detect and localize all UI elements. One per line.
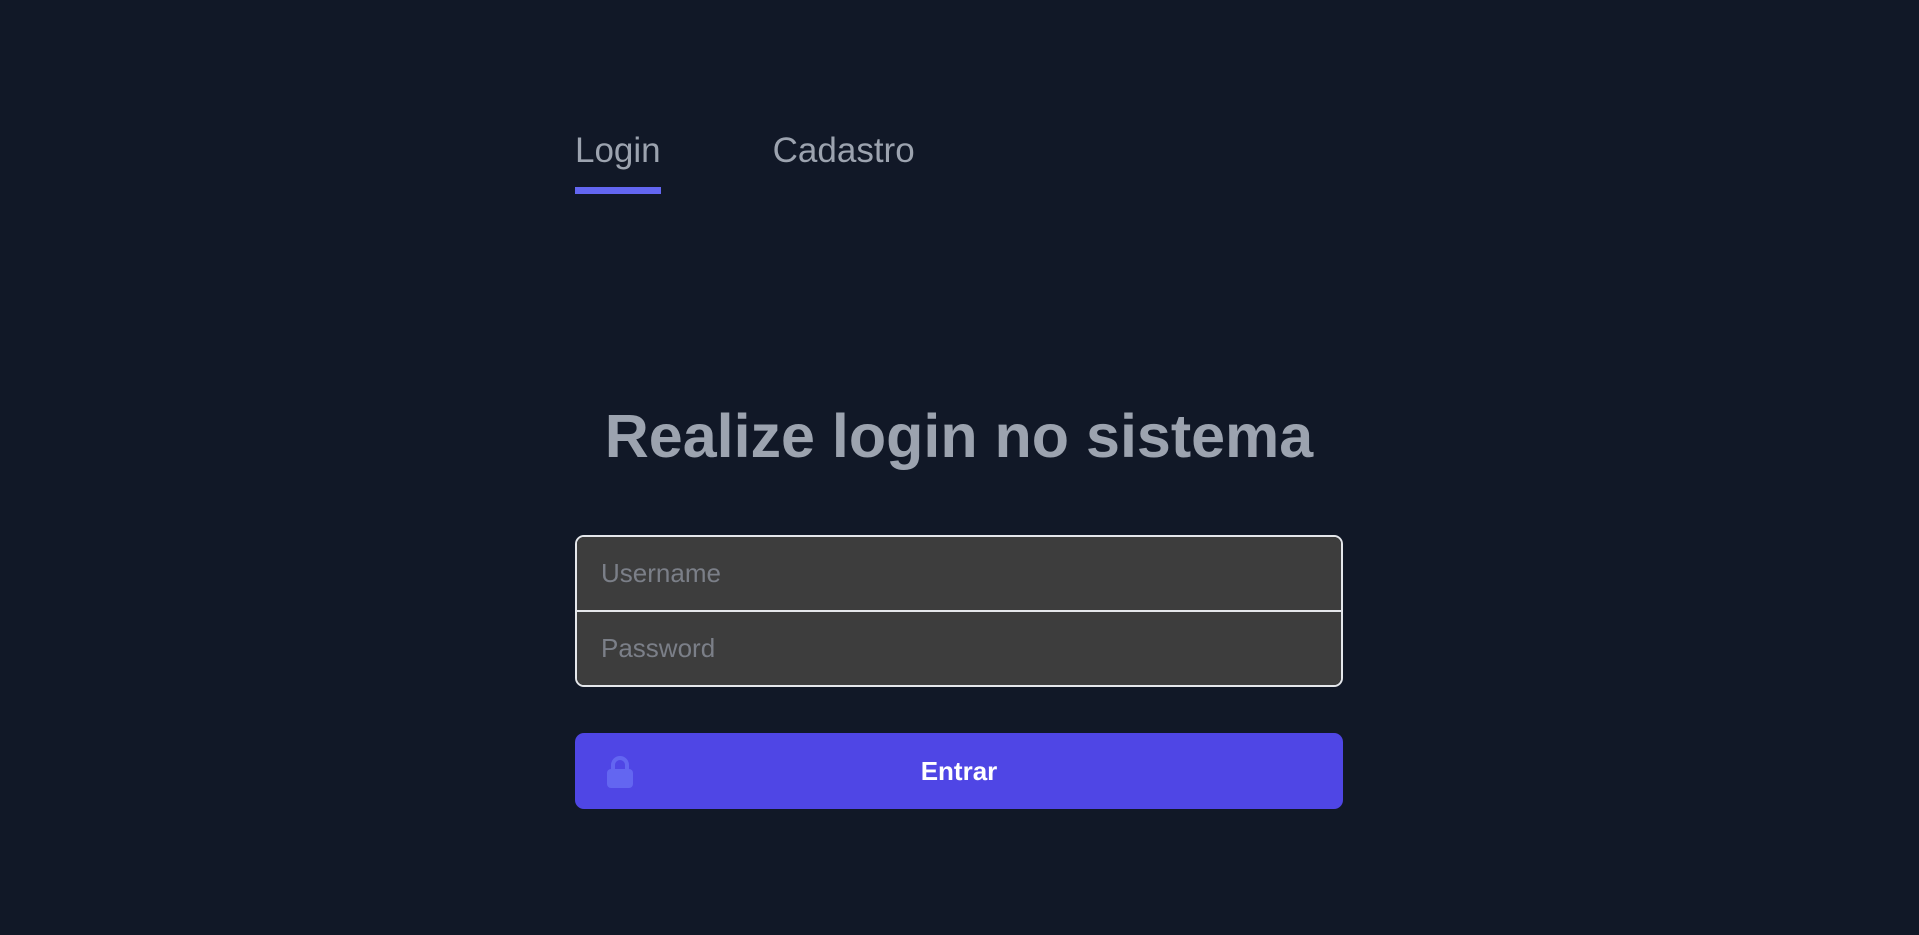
page-title: Realize login no sistema — [604, 402, 1314, 470]
tab-login-label: Login — [575, 131, 661, 170]
login-page: Login Cadastro Realize login no sistema … — [0, 0, 1919, 935]
username-input[interactable] — [577, 537, 1341, 610]
password-input[interactable] — [577, 612, 1341, 685]
tab-cadastro[interactable]: Cadastro — [773, 130, 915, 172]
tab-login[interactable]: Login — [575, 130, 661, 194]
submit-button[interactable]: Entrar — [575, 733, 1343, 809]
login-form — [575, 535, 1343, 687]
tab-cadastro-label: Cadastro — [772, 131, 915, 170]
lock-icon — [607, 756, 633, 788]
auth-tabs: Login Cadastro — [575, 130, 915, 194]
submit-button-label: Entrar — [920, 756, 998, 786]
active-tab-indicator — [575, 187, 661, 194]
